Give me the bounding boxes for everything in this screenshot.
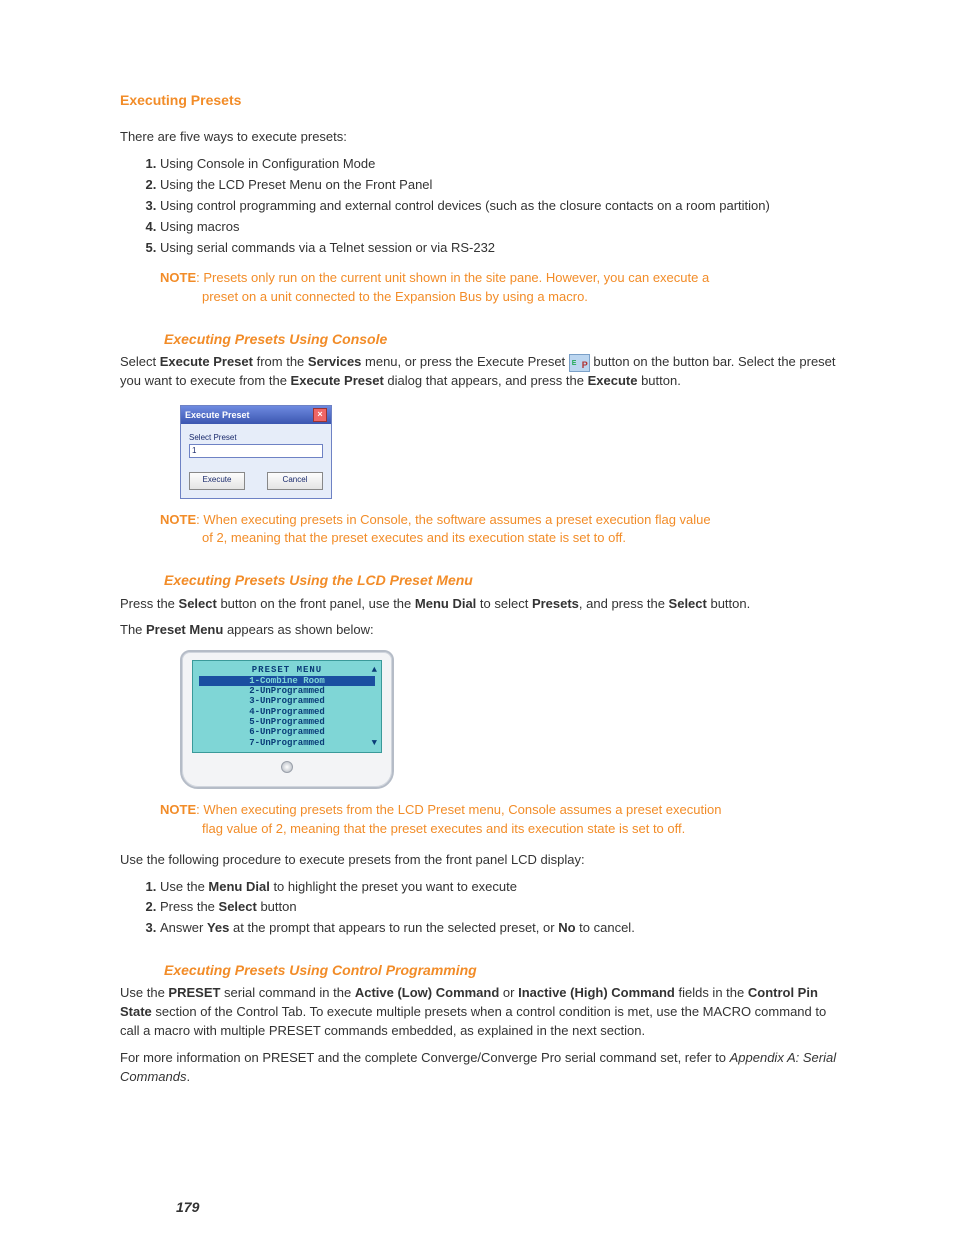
paragraph: The Preset Menu appears as shown below: <box>120 621 840 640</box>
text: to highlight the preset you want to exec… <box>270 879 517 894</box>
text: section of the Control Tab. To execute m… <box>120 1004 826 1038</box>
text: Answer <box>160 920 207 935</box>
text-bold: Preset Menu <box>146 622 223 637</box>
text: menu, or press the Execute Preset <box>361 354 568 369</box>
note-text: : When executing presets in Console, the… <box>196 512 711 527</box>
text-bold: Presets <box>532 596 579 611</box>
note-text: flag value of 2, meaning that the preset… <box>160 820 810 839</box>
preset-select[interactable]: 1 <box>189 444 323 458</box>
text: Press the <box>120 596 179 611</box>
text-bold: Services <box>308 354 362 369</box>
lcd-item: 2-UnProgrammed <box>199 686 375 696</box>
lcd-item: 3-UnProgrammed <box>199 696 375 706</box>
text: or <box>499 985 518 1000</box>
text: appears as shown below: <box>223 622 373 637</box>
text-bold: Execute <box>588 373 638 388</box>
note-block: NOTE: When executing presets from the LC… <box>160 801 840 839</box>
paragraph: Use the PRESET serial command in the Act… <box>120 984 840 1041</box>
text: serial command in the <box>220 985 354 1000</box>
lcd-item: 7-UnProgrammed <box>199 738 375 748</box>
text: Use the <box>120 985 168 1000</box>
note-text: of 2, meaning that the preset executes a… <box>160 529 810 548</box>
procedure-intro: Use the following procedure to execute p… <box>120 851 840 870</box>
note-label: NOTE <box>160 512 196 527</box>
up-arrow-icon: ▲ <box>372 665 377 675</box>
text-bold: Select <box>179 596 217 611</box>
text-bold: Execute Preset <box>291 373 384 388</box>
note-text: preset on a unit connected to the Expans… <box>160 288 810 307</box>
text: to cancel. <box>576 920 635 935</box>
ways-list: Using Console in Configuration Mode Usin… <box>140 155 840 257</box>
list-item: Using Console in Configuration Mode <box>160 155 840 174</box>
list-item: Using serial commands via a Telnet sessi… <box>160 239 840 258</box>
list-item: Press the Select button <box>160 898 840 917</box>
text-bold: Yes <box>207 920 229 935</box>
section-heading: Executing Presets <box>120 90 840 110</box>
intro-text: There are five ways to execute presets: <box>120 128 840 147</box>
text: at the prompt that appears to run the se… <box>229 920 558 935</box>
note-block: NOTE: When executing presets in Console,… <box>160 511 840 549</box>
note-label: NOTE <box>160 270 196 285</box>
down-arrow-icon: ▼ <box>372 738 377 748</box>
execute-button[interactable]: Execute <box>189 472 245 490</box>
lcd-screen: ▲ ▼ PRESET MENU 1-Combine Room 2-UnProgr… <box>192 660 382 753</box>
paragraph: For more information on PRESET and the c… <box>120 1049 840 1087</box>
lcd-knob-icon <box>281 761 293 773</box>
lcd-device: ▲ ▼ PRESET MENU 1-Combine Room 2-UnProgr… <box>180 650 394 789</box>
list-item: Using macros <box>160 218 840 237</box>
note-text: : Presets only run on the current unit s… <box>196 270 709 285</box>
text: button. <box>707 596 750 611</box>
procedure-list: Use the Menu Dial to highlight the prese… <box>140 878 840 939</box>
cancel-button[interactable]: Cancel <box>267 472 323 490</box>
lcd-item: 4-UnProgrammed <box>199 707 375 717</box>
note-text: : When executing presets from the LCD Pr… <box>196 802 721 817</box>
text-bold: Inactive (High) Command <box>518 985 675 1000</box>
lcd-menu-title: PRESET MENU <box>199 665 375 675</box>
text: button on the front panel, use the <box>217 596 415 611</box>
list-item: Using control programming and external c… <box>160 197 840 216</box>
list-item: Use the Menu Dial to highlight the prese… <box>160 878 840 897</box>
text: button <box>257 899 297 914</box>
text: to select <box>476 596 532 611</box>
lcd-item: 6-UnProgrammed <box>199 727 375 737</box>
text: button. <box>637 373 680 388</box>
subsection-heading: Executing Presets Using the LCD Preset M… <box>164 570 840 590</box>
note-block: NOTE: Presets only run on the current un… <box>160 269 840 307</box>
text: from the <box>253 354 308 369</box>
text: For more information on PRESET and the c… <box>120 1050 730 1065</box>
list-item: Using the LCD Preset Menu on the Front P… <box>160 176 840 195</box>
text: dialog that appears, and press the <box>384 373 588 388</box>
lcd-item: 5-UnProgrammed <box>199 717 375 727</box>
text: Select <box>120 354 160 369</box>
list-item: Answer Yes at the prompt that appears to… <box>160 919 840 938</box>
paragraph: Press the Select button on the front pan… <box>120 595 840 614</box>
text-bold: Active (Low) Command <box>355 985 499 1000</box>
text: . <box>186 1069 190 1084</box>
lcd-item-selected: 1-Combine Room <box>199 676 375 686</box>
note-label: NOTE <box>160 802 196 817</box>
text-bold: Select <box>669 596 707 611</box>
dialog-title: Execute Preset <box>185 409 250 422</box>
text: Press the <box>160 899 219 914</box>
text: Use the <box>160 879 208 894</box>
text-bold: PRESET <box>168 985 220 1000</box>
close-icon[interactable]: × <box>313 408 327 422</box>
text: The <box>120 622 146 637</box>
text-bold: Select <box>219 899 257 914</box>
select-preset-label: Select Preset <box>189 432 323 444</box>
text-bold: Menu Dial <box>208 879 269 894</box>
execute-preset-dialog: Execute Preset × Select Preset 1 Execute… <box>180 405 332 499</box>
subsection-heading: Executing Presets Using Control Programm… <box>164 960 840 980</box>
text: fields in the <box>675 985 748 1000</box>
text-bold: No <box>558 920 575 935</box>
paragraph: Select Execute Preset from the Services … <box>120 353 840 391</box>
text-bold: Menu Dial <box>415 596 476 611</box>
text: , and press the <box>579 596 669 611</box>
subsection-heading: Executing Presets Using Console <box>164 329 840 349</box>
text-bold: Execute Preset <box>160 354 253 369</box>
page-number: 179 <box>176 1197 840 1217</box>
execute-preset-icon: P <box>569 354 590 372</box>
